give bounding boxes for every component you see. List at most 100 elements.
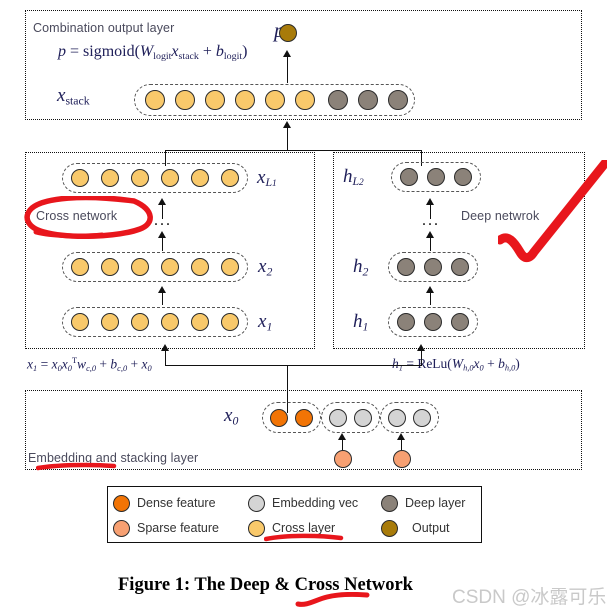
cross-node (131, 258, 149, 276)
x-stack-node (205, 90, 225, 110)
legend-row-1: Dense feature Embedding vec Deep layer (113, 491, 465, 515)
cross-node (71, 258, 89, 276)
deep-mid-arrow-line (430, 237, 432, 251)
x-stack-node (295, 90, 315, 110)
dense-feature-node (295, 409, 313, 427)
cross-mid-arrow-line (162, 237, 164, 251)
merge-to-stack-arrowhead (283, 121, 291, 128)
combination-output-layer-label: Combination output layer (33, 21, 175, 35)
output-swatch (381, 519, 398, 537)
dense-feature-swatch (113, 494, 130, 512)
x1-to-x2-line (162, 292, 164, 305)
deep-node (451, 313, 469, 331)
embedding-stacking-label: Embedding and stacking layer (28, 451, 199, 465)
legend-item-dense-feature: Dense feature (113, 494, 248, 512)
x0-split-bar (165, 365, 422, 367)
x0-split-right-riser (421, 350, 423, 366)
cross-node (131, 313, 149, 331)
deep-node (397, 258, 415, 276)
legend-item-cross-layer: Cross layer (248, 519, 381, 537)
legend-label: Output (412, 521, 450, 535)
deep-node (400, 168, 418, 186)
cross-node (71, 313, 89, 331)
stack-to-p-line (287, 56, 289, 83)
cross-node (131, 169, 149, 187)
deep-network-label: Deep netwrok (461, 209, 540, 223)
deep-layer-swatch (381, 494, 398, 512)
cross-node (101, 169, 119, 187)
cross-node (161, 313, 179, 331)
legend-item-embedding-vec: Embedding vec (248, 494, 381, 512)
cross-node (161, 258, 179, 276)
embedding-vec-node (329, 409, 347, 427)
figure-canvas: Combination output layer p p = sigmoid(W… (0, 0, 607, 612)
cross-node (71, 169, 89, 187)
sparse-2-arrowhead (397, 433, 405, 440)
x0-split-left-riser (165, 350, 167, 366)
h1-to-h2-line (430, 292, 432, 305)
cross-node (101, 313, 119, 331)
embedding-vec-node (354, 409, 372, 427)
cross-node (221, 258, 239, 276)
cross-layer-swatch (248, 519, 265, 537)
x-0-symbol: x0 (224, 405, 239, 428)
x-stack-node (328, 90, 348, 110)
cross-network-label: Cross network (36, 209, 118, 223)
legend-label: Cross layer (272, 521, 336, 535)
h1-to-h2-arrowhead (426, 286, 434, 293)
p-formula: p = sigmoid(Wlogitxstack + blogit) (58, 43, 248, 62)
legend-label: Dense feature (137, 496, 216, 510)
x-1-symbol: x1 (258, 311, 273, 334)
x-stack-node (265, 90, 285, 110)
deep-node (451, 258, 469, 276)
dense-feature-node (270, 409, 288, 427)
cross-node (221, 313, 239, 331)
stack-to-p-arrowhead (283, 50, 291, 57)
cross-node (161, 169, 179, 187)
csdn-watermark: CSDN @冰露可乐 (452, 587, 607, 608)
cross-node (191, 258, 209, 276)
cross-node (221, 169, 239, 187)
deep-mid-arrowhead (426, 231, 434, 238)
output-node (279, 24, 297, 42)
figure-caption: Figure 1: The Deep & Cross Network (118, 575, 413, 595)
x0-to-deep-arrowhead (417, 344, 425, 351)
cross-ellipsis: ... (154, 212, 172, 229)
sparse-feature-node (393, 450, 411, 468)
x-stack-node (145, 90, 165, 110)
legend-row-2: Sparse feature Cross layer Output (113, 516, 450, 540)
sparse-feature-node (334, 450, 352, 468)
legend-item-sparse-feature: Sparse feature (113, 519, 248, 537)
cross-node (191, 169, 209, 187)
h-2-symbol: h2 (353, 256, 369, 279)
embedding-vec-node (413, 409, 431, 427)
x0-to-cross-arrowhead (161, 344, 169, 351)
x1-to-x2-arrowhead (158, 286, 166, 293)
deep-ellipsis: ... (422, 212, 440, 229)
x-2-symbol: x2 (258, 256, 273, 279)
legend-item-output: Output (381, 519, 450, 537)
x-stack-node (388, 90, 408, 110)
x-stack-node (175, 90, 195, 110)
deep-node (397, 313, 415, 331)
merge-to-stack-line (287, 127, 289, 151)
cross-node (101, 258, 119, 276)
deep-upper-arrowhead (426, 198, 434, 205)
cross-formula: x1 = x0x0Twc,0 + bc,0 + x0 (27, 356, 152, 373)
x-stack-node (358, 90, 378, 110)
legend-label: Embedding vec (272, 496, 359, 510)
embedding-vec-node (388, 409, 406, 427)
deep-node (424, 258, 442, 276)
cross-node (191, 313, 209, 331)
deep-node (427, 168, 445, 186)
sparse-feature-swatch (113, 519, 130, 537)
embedding-vec-swatch (248, 494, 265, 512)
h-1-symbol: h1 (353, 311, 369, 334)
legend-label: Sparse feature (137, 521, 219, 535)
cross-mid-arrowhead (158, 231, 166, 238)
deep-node (424, 313, 442, 331)
h-L2-symbol: hL2 (343, 166, 364, 189)
deep-node (454, 168, 472, 186)
x-L1-symbol: xL1 (257, 167, 277, 190)
cross-upper-arrowhead (158, 198, 166, 205)
